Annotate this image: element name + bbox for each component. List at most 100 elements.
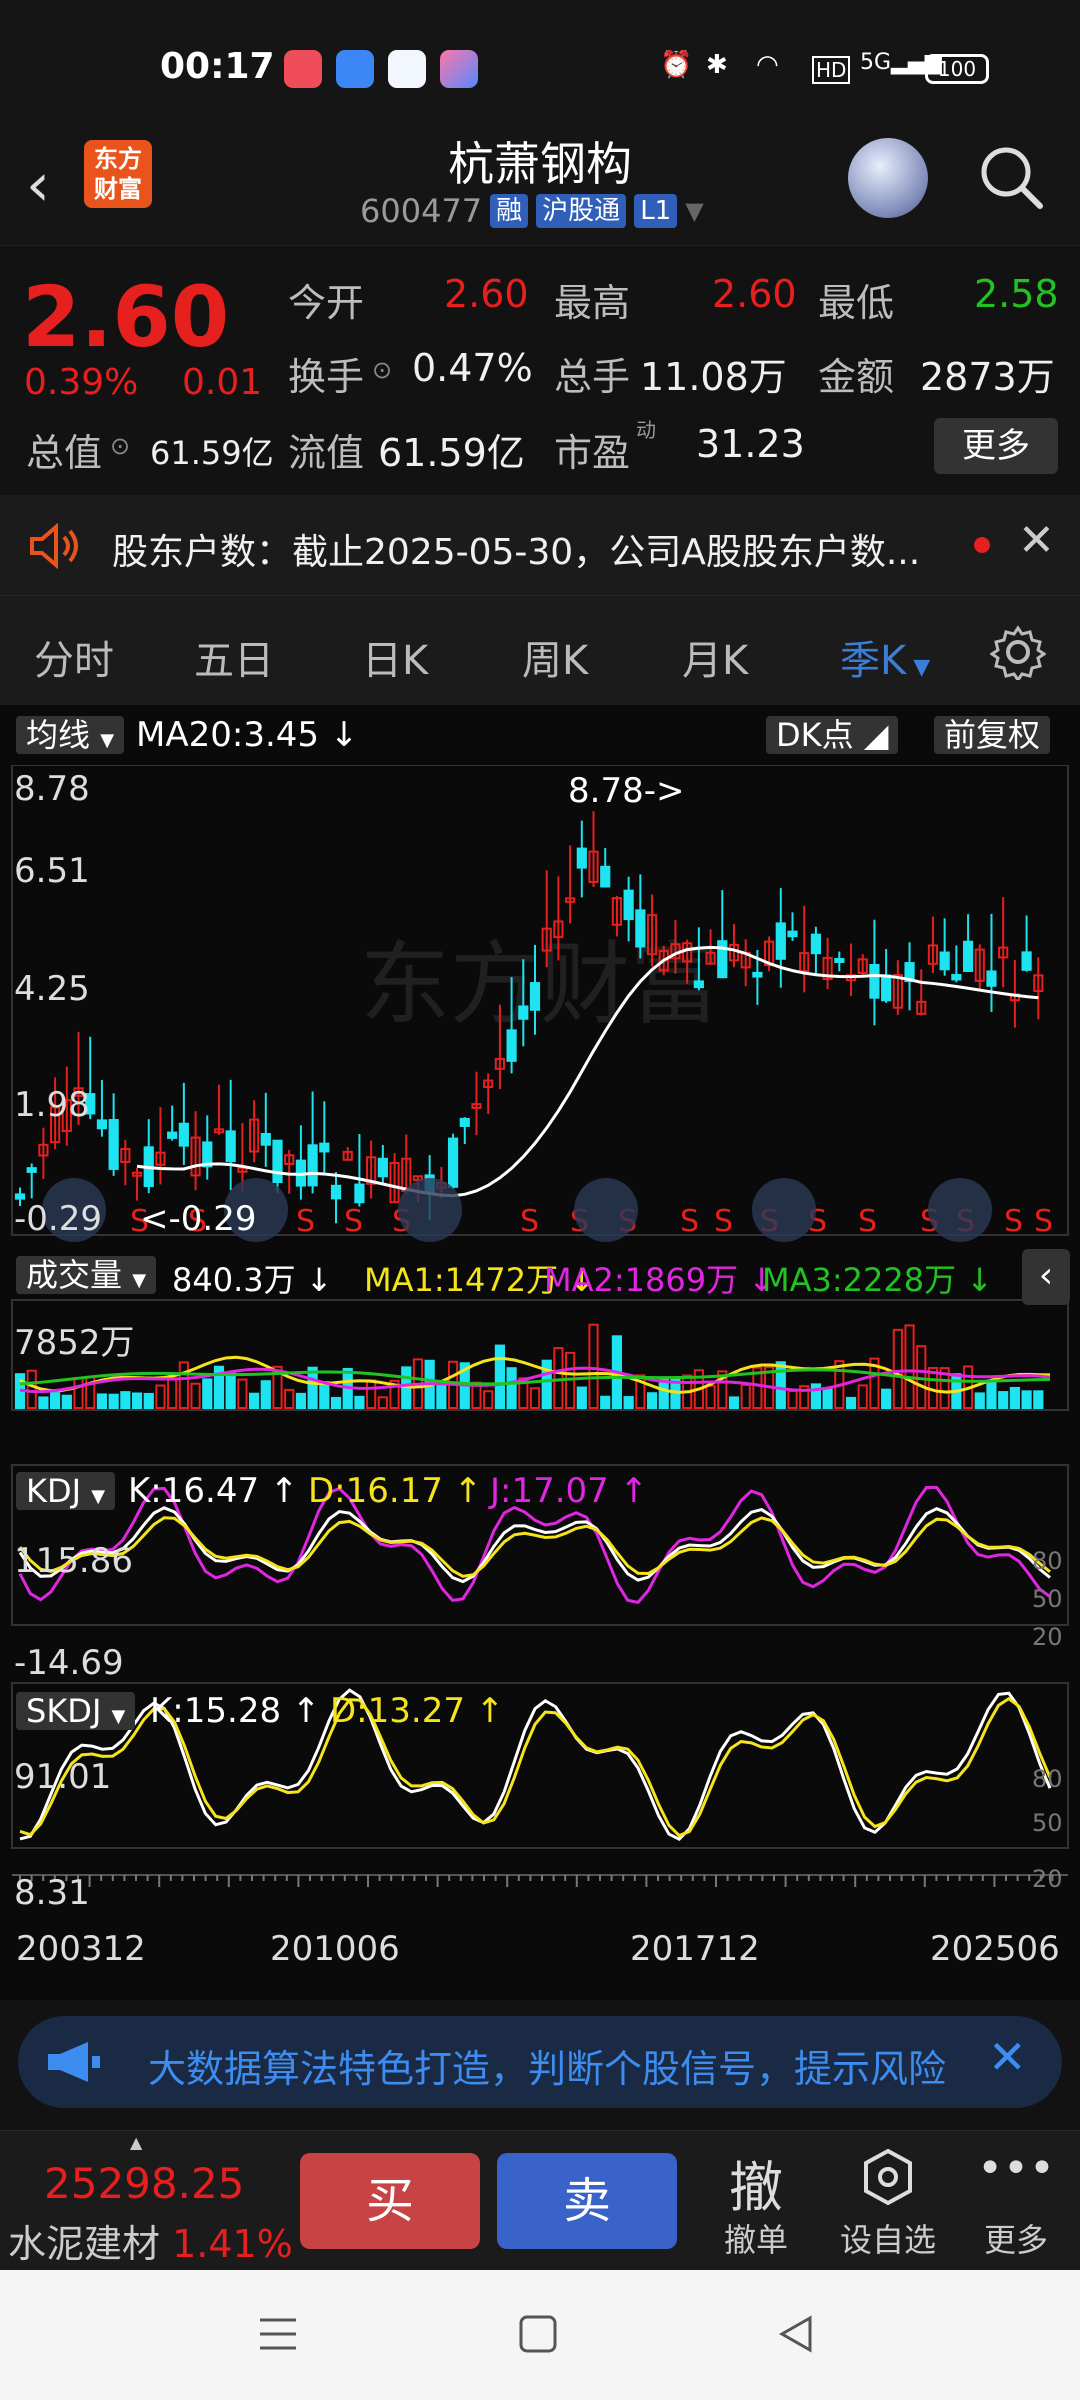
volume-bar xyxy=(330,1396,342,1409)
sell-marker: S xyxy=(1034,1204,1053,1239)
candle-body xyxy=(518,1005,529,1020)
sell-button[interactable]: 卖 xyxy=(497,2153,677,2249)
low-label: 最低 xyxy=(818,281,895,325)
more-quote-button[interactable]: 更多 xyxy=(934,418,1058,474)
search-icon[interactable] xyxy=(978,144,1044,210)
tab-daily-k[interactable]: 日K xyxy=(362,628,428,686)
volume-bars xyxy=(14,1323,1044,1410)
announcement-bar[interactable]: 股东户数：截止2025-05-30，公司A股股东户数... ✕ xyxy=(0,495,1080,595)
candle-body xyxy=(447,1137,459,1188)
tab-quarterly-k[interactable]: 季K ▼ xyxy=(840,628,930,686)
stock-code-row[interactable]: 600477 融 沪股通 L1 ▼ xyxy=(360,192,704,230)
volume-bar xyxy=(845,1396,857,1410)
volume-bar xyxy=(436,1384,447,1409)
kline-chart-area[interactable]: 均线 ▼ MA20:3.45 ↓ DK点 ◢ 前复权 东方财富 SSSSSSSS… xyxy=(0,705,1080,2000)
pe-label: 市盈 xyxy=(554,431,631,475)
cancel-order-icon[interactable]: 撤 xyxy=(696,2143,816,2222)
candle-body xyxy=(834,957,845,963)
zoom-in-icon xyxy=(398,1178,462,1242)
back-triangle-icon[interactable] xyxy=(776,2314,816,2354)
tab-monthly-k[interactable]: 月K xyxy=(682,628,748,686)
volume-bar xyxy=(658,1378,669,1409)
period-tabs: 分时 五日 日K 周K 月K 季K ▼ xyxy=(0,595,1080,705)
volume-bar xyxy=(237,1378,248,1410)
volume-bar xyxy=(529,1387,541,1410)
volume-bar xyxy=(600,1395,611,1410)
volume-bar xyxy=(705,1384,716,1410)
volume-bar xyxy=(1021,1390,1032,1410)
change-amount: 0.01 xyxy=(182,362,263,403)
volume-bar xyxy=(131,1392,143,1409)
sell-marker: S xyxy=(1004,1204,1023,1239)
open-label: 今开 xyxy=(288,281,365,325)
home-icon[interactable] xyxy=(518,2314,558,2354)
tab-weekly-k[interactable]: 周K xyxy=(522,628,588,686)
expand-up-icon[interactable]: ▲ xyxy=(130,2133,142,2152)
volume-bar xyxy=(319,1381,330,1409)
ma-selector[interactable]: 均线 ▼ xyxy=(16,713,125,763)
stock-code: 600477 xyxy=(360,192,483,230)
pe-value: 31.23 xyxy=(696,422,805,466)
skdj-selector[interactable]: SKDJ ▼ xyxy=(16,1689,136,1739)
speaker-icon xyxy=(30,523,78,569)
more-button[interactable]: 更多 xyxy=(956,2215,1076,2261)
tab-intraday[interactable]: 分时 xyxy=(34,628,114,686)
assistant-app-icon xyxy=(440,50,478,88)
volume-selector[interactable]: 成交量 ▼ xyxy=(16,1253,157,1303)
sector-index-value[interactable]: 25298.25 xyxy=(44,2159,244,2208)
cancel-order-button[interactable]: 撤单 xyxy=(696,2215,816,2261)
volume-bar xyxy=(740,1383,751,1410)
menu-icon[interactable] xyxy=(258,2314,298,2354)
sell-marker: S xyxy=(858,1204,877,1239)
volume-bar xyxy=(354,1395,365,1410)
volume-bar xyxy=(225,1372,236,1409)
volume-bar xyxy=(986,1379,997,1409)
candle-body xyxy=(260,1133,271,1146)
info-icon[interactable]: ⊙ xyxy=(110,432,130,460)
volume-bar xyxy=(96,1393,108,1410)
collapse-panel-icon[interactable]: ‹ xyxy=(1022,1249,1070,1305)
candle-body xyxy=(96,1119,108,1130)
volume-bar xyxy=(260,1380,271,1410)
level-tag: L1 xyxy=(634,194,678,228)
kdj-k: K:16.47 ↑ xyxy=(128,1471,299,1511)
max-price-label: 8.78-> xyxy=(568,771,685,811)
clock: 00:17 xyxy=(160,46,275,87)
candle-body xyxy=(178,1122,189,1147)
price-axis-4: 1.98 xyxy=(14,1085,90,1125)
candle-body xyxy=(600,865,611,888)
pe-dynamic-mark: 动 xyxy=(636,418,656,442)
scroll-right-icon xyxy=(752,1178,816,1242)
more-dots-icon[interactable]: ••• xyxy=(956,2143,1076,2194)
price-axis-top: 8.78 xyxy=(14,769,90,809)
skdj-level-80: 80 xyxy=(1032,1765,1063,1793)
settings-gear-icon[interactable] xyxy=(990,624,1046,680)
total-value: 61.59亿 xyxy=(150,434,274,472)
kdj-level-50: 50 xyxy=(1032,1585,1063,1613)
sector-index[interactable]: 水泥建材 1.41% xyxy=(8,2213,293,2268)
close-icon[interactable]: ✕ xyxy=(1018,515,1055,566)
volume-bar xyxy=(857,1384,868,1410)
add-watchlist-button[interactable]: 设自选 xyxy=(828,2215,948,2261)
volume-bar xyxy=(167,1378,178,1410)
candle-body xyxy=(14,1193,26,1200)
volume-bar xyxy=(822,1387,833,1410)
candle-body xyxy=(752,971,763,978)
volume-bar xyxy=(892,1328,903,1410)
promo-banner[interactable]: 大数据算法特色打造，判断个股信号，提示风险 ✕ xyxy=(18,2016,1062,2108)
tab-five-day[interactable]: 五日 xyxy=(194,628,274,686)
skdj-axis-top: 91.01 xyxy=(14,1757,112,1797)
kdj-selector[interactable]: KDJ ▼ xyxy=(16,1469,116,1519)
close-icon[interactable]: ✕ xyxy=(988,2030,1027,2084)
price-axis-3: 4.25 xyxy=(14,969,90,1009)
current-price: 2.60 xyxy=(22,268,230,366)
robot-assistant-icon[interactable] xyxy=(848,138,928,218)
watchlist-settings-icon[interactable] xyxy=(858,2147,918,2207)
info-icon[interactable]: ⊙ xyxy=(372,356,392,384)
adjust-button[interactable]: 前复权 xyxy=(934,713,1051,757)
skdj-level-50: 50 xyxy=(1032,1809,1063,1837)
volume-bar xyxy=(787,1389,798,1409)
volume-label: 总手 xyxy=(554,355,631,399)
buy-button[interactable]: 买 xyxy=(300,2153,480,2249)
dk-point-button[interactable]: DK点 ◢ xyxy=(766,713,899,757)
